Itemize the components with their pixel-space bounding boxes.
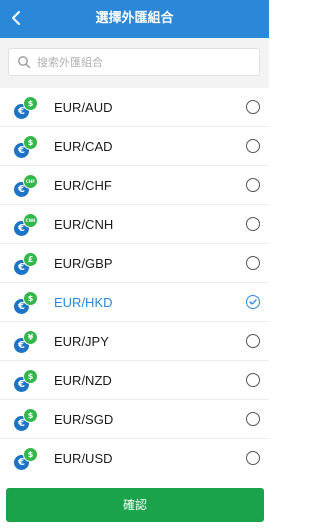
currency-pair-icon: € CNH	[14, 213, 40, 237]
check-icon	[249, 299, 257, 305]
fx-pair-label: EUR/CNH	[54, 217, 114, 232]
fx-pair-label: EUR/HKD	[54, 295, 113, 310]
quote-currency-icon: $	[23, 291, 38, 306]
currency-pair-icon: € £	[14, 252, 40, 276]
fx-pair-label: EUR/USD	[54, 451, 113, 466]
radio-unselected[interactable]	[246, 451, 260, 465]
currency-pair-icon: € $	[14, 135, 40, 159]
fx-pair-row[interactable]: € £ EUR/GBP	[0, 244, 269, 283]
quote-currency-icon: CNH	[23, 213, 38, 228]
chevron-left-icon	[12, 11, 20, 25]
currency-pair-icon: € $	[14, 447, 40, 471]
radio-unselected[interactable]	[246, 100, 260, 114]
currency-pair-icon: € CHF	[14, 174, 40, 198]
fx-pair-label: EUR/CAD	[54, 139, 113, 154]
page-title: 選擇外匯組合	[95, 11, 174, 26]
fx-pair-row[interactable]: € $ EUR/AUD	[0, 88, 269, 127]
fx-pair-row[interactable]: € $ EUR/SGD	[0, 400, 269, 439]
quote-currency-icon: $	[23, 96, 38, 111]
search-area	[0, 38, 269, 88]
confirm-button[interactable]: 確認	[6, 488, 264, 522]
currency-pair-icon: € ¥	[14, 330, 40, 354]
fx-pair-row[interactable]: € $ EUR/USD	[0, 439, 269, 478]
fx-pair-label: EUR/CHF	[54, 178, 112, 193]
quote-currency-icon: $	[23, 369, 38, 384]
currency-pair-icon: € $	[14, 96, 40, 120]
currency-pair-icon: € $	[14, 291, 40, 315]
radio-unselected[interactable]	[246, 139, 260, 153]
fx-pair-label: EUR/NZD	[54, 373, 112, 388]
currency-pair-icon: € $	[14, 369, 40, 393]
fx-pair-row[interactable]: € $ EUR/NZD	[0, 361, 269, 400]
quote-currency-icon: CHF	[23, 174, 38, 189]
fx-pair-label: EUR/GBP	[54, 256, 113, 271]
fx-pair-label: EUR/SGD	[54, 412, 114, 427]
back-button[interactable]	[4, 4, 28, 32]
fx-pair-list: € $ EUR/AUD € $ EUR/CAD € CHF EUR/CHF € CNH EUR/CNH…	[0, 88, 269, 478]
footer-bar: 確認	[0, 478, 269, 530]
quote-currency-icon: $	[23, 408, 38, 423]
currency-pair-icon: € $	[14, 408, 40, 432]
radio-unselected[interactable]	[246, 178, 260, 192]
radio-unselected[interactable]	[246, 334, 260, 348]
fx-pair-row[interactable]: € $ EUR/HKD	[0, 283, 269, 322]
quote-currency-icon: $	[23, 135, 38, 150]
header-bar: 選擇外匯組合	[0, 0, 269, 38]
fx-pair-row[interactable]: € CNH EUR/CNH	[0, 205, 269, 244]
radio-unselected[interactable]	[246, 412, 260, 426]
fx-pair-row[interactable]: € ¥ EUR/JPY	[0, 322, 269, 361]
quote-currency-icon: $	[23, 447, 38, 462]
radio-unselected[interactable]	[246, 373, 260, 387]
search-input[interactable]	[37, 52, 247, 72]
search-icon	[18, 56, 31, 69]
radio-unselected[interactable]	[246, 256, 260, 270]
radio-unselected[interactable]	[246, 217, 260, 231]
fx-pair-row[interactable]: € $ EUR/CAD	[0, 127, 269, 166]
fx-pair-label: EUR/AUD	[54, 100, 113, 115]
quote-currency-icon: £	[23, 252, 38, 267]
radio-selected[interactable]	[246, 295, 260, 309]
fx-pair-label: EUR/JPY	[54, 334, 109, 349]
search-box[interactable]	[8, 48, 260, 76]
quote-currency-icon: ¥	[23, 330, 38, 345]
fx-pair-row[interactable]: € CHF EUR/CHF	[0, 166, 269, 205]
